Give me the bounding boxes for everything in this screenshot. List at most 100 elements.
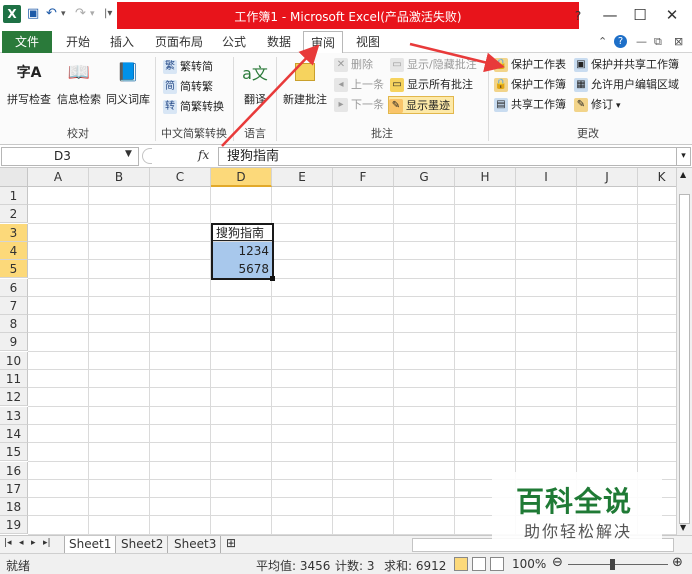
protect-share-workbook-button[interactable]: ▣ 保护并共享工作簿: [574, 56, 679, 74]
row-header-8[interactable]: 8: [0, 315, 28, 334]
cell-d4[interactable]: 1234: [213, 242, 272, 260]
zoom-out-icon[interactable]: ⊖: [552, 555, 563, 570]
show-hide-comment-button[interactable]: ▭ 显示/隐藏批注: [390, 56, 477, 74]
undo-dropdown-icon[interactable]: ▾: [61, 9, 66, 19]
zoom-level[interactable]: 100%: [512, 557, 546, 571]
protect-workbook-button[interactable]: 🔒 保护工作簿: [494, 76, 566, 94]
row-header-13[interactable]: 13: [0, 406, 28, 425]
tab-view[interactable]: 视图: [348, 31, 388, 53]
row-header-3[interactable]: 3: [0, 223, 28, 242]
new-comment-button[interactable]: 新建批注: [279, 57, 331, 107]
thesaurus-button[interactable]: 📘 同义词库: [104, 57, 152, 107]
excel-app-icon[interactable]: X: [3, 5, 21, 23]
redo-icon[interactable]: ↷: [75, 6, 86, 21]
previous-comment-button[interactable]: ◂ 上一条: [334, 76, 384, 94]
help-icon[interactable]: ?: [614, 35, 627, 48]
row-header-17[interactable]: 17: [0, 479, 28, 498]
spelling-button[interactable]: 字A 拼写检查: [4, 57, 54, 107]
row-header-19[interactable]: 19: [0, 516, 28, 535]
row-header-12[interactable]: 12: [0, 388, 28, 407]
research-button[interactable]: 📖 信息检索: [54, 57, 104, 107]
sheet-tab-2[interactable]: Sheet2: [117, 536, 169, 553]
undo-icon[interactable]: ↶: [46, 6, 57, 21]
chinese-convert-button[interactable]: 转简繁转换: [163, 98, 224, 116]
next-sheet-icon[interactable]: ▸: [31, 538, 36, 548]
normal-view-icon[interactable]: [454, 557, 468, 571]
share-workbook-button[interactable]: ▤ 共享工作簿: [494, 96, 566, 114]
expand-formula-bar-icon[interactable]: ▾: [676, 147, 691, 166]
tab-formulas[interactable]: 公式: [214, 31, 254, 53]
save-icon[interactable]: ▣: [27, 6, 39, 21]
redo-dropdown-icon[interactable]: ▾: [90, 9, 95, 19]
first-sheet-icon[interactable]: |◂: [4, 538, 12, 548]
column-header-j[interactable]: J: [577, 168, 638, 187]
scroll-down-icon[interactable]: ▼: [680, 523, 686, 532]
protect-sheet-button[interactable]: 🔒 保护工作表: [494, 56, 566, 74]
last-sheet-icon[interactable]: ▸|: [43, 538, 51, 548]
show-ink-button[interactable]: ✎ 显示墨迹: [388, 96, 454, 114]
tab-file[interactable]: 文件: [2, 31, 52, 53]
minimize-button[interactable]: —: [596, 4, 624, 26]
sheet-tab-1[interactable]: Sheet1: [64, 536, 117, 553]
name-box-dropdown-icon[interactable]: ▼: [125, 149, 132, 159]
restore-workbook-icon[interactable]: ⧉: [654, 35, 662, 49]
tab-page-layout[interactable]: 页面布局: [148, 31, 210, 53]
row-header-6[interactable]: 6: [0, 278, 28, 297]
column-header-k[interactable]: K: [638, 168, 676, 187]
close-workbook-icon[interactable]: ⊠: [674, 35, 683, 48]
tab-data[interactable]: 数据: [259, 31, 299, 53]
restore-button[interactable]: ☐: [626, 4, 654, 26]
row-header-5[interactable]: 5: [0, 260, 28, 279]
name-box[interactable]: D3: [1, 147, 139, 166]
row-header-18[interactable]: 18: [0, 498, 28, 517]
row-header-4[interactable]: 4: [0, 241, 28, 260]
row-header-2[interactable]: 2: [0, 205, 28, 224]
zoom-slider[interactable]: [568, 564, 668, 565]
row-header-7[interactable]: 7: [0, 296, 28, 315]
column-header-h[interactable]: H: [455, 168, 516, 187]
vertical-scrollbar[interactable]: ▲ ▼: [676, 168, 692, 535]
allow-edit-ranges-button[interactable]: ▦ 允许用户编辑区域: [574, 76, 679, 94]
cell-d5[interactable]: 5678: [213, 260, 272, 278]
row-header-9[interactable]: 9: [0, 333, 28, 352]
help-window-icon[interactable]: ?: [564, 4, 592, 26]
page-break-view-icon[interactable]: [490, 557, 504, 571]
select-all-corner[interactable]: [0, 168, 28, 187]
page-layout-view-icon[interactable]: [472, 557, 486, 571]
vertical-scroll-thumb[interactable]: [679, 194, 690, 524]
column-header-f[interactable]: F: [333, 168, 394, 187]
row-header-14[interactable]: 14: [0, 424, 28, 443]
column-header-b[interactable]: B: [89, 168, 150, 187]
sheet-tab-3[interactable]: Sheet3: [170, 536, 222, 553]
column-header-e[interactable]: E: [272, 168, 333, 187]
tab-insert[interactable]: 插入: [102, 31, 142, 53]
row-header-1[interactable]: 1: [0, 187, 28, 205]
translate-button[interactable]: a文 翻译: [237, 57, 273, 107]
row-header-16[interactable]: 16: [0, 461, 28, 480]
prev-sheet-icon[interactable]: ◂: [19, 538, 24, 548]
insert-sheet-icon[interactable]: ⊞: [226, 536, 236, 550]
track-changes-button[interactable]: ✎ 修订 ▾: [574, 96, 621, 114]
column-header-d[interactable]: D: [211, 168, 272, 187]
row-header-11[interactable]: 11: [0, 370, 28, 388]
tab-home[interactable]: 开始: [58, 31, 98, 53]
row-header-15[interactable]: 15: [0, 443, 28, 462]
delete-comment-button[interactable]: ✕ 删除: [334, 56, 373, 74]
formula-input[interactable]: 搜狗指南: [218, 147, 676, 166]
column-header-i[interactable]: I: [516, 168, 577, 187]
column-header-a[interactable]: A: [28, 168, 89, 187]
close-button[interactable]: ✕: [658, 4, 686, 26]
zoom-in-icon[interactable]: ⊕: [672, 555, 683, 570]
simp-to-trad-button[interactable]: 简简转繁: [163, 78, 213, 96]
insert-function-icon[interactable]: fx: [198, 148, 209, 162]
zoom-slider-thumb[interactable]: [610, 559, 615, 570]
scroll-up-icon[interactable]: ▲: [680, 170, 686, 179]
row-header-10[interactable]: 10: [0, 351, 28, 370]
next-comment-button[interactable]: ▸ 下一条: [334, 96, 384, 114]
trad-to-simp-button[interactable]: 繁繁转简: [163, 58, 213, 76]
cell-d3[interactable]: 搜狗指南: [212, 223, 273, 241]
column-header-g[interactable]: G: [394, 168, 455, 187]
fill-handle[interactable]: [270, 276, 275, 281]
tab-review[interactable]: 审阅: [303, 31, 343, 54]
customize-quick-access-icon[interactable]: |▾: [104, 8, 112, 19]
